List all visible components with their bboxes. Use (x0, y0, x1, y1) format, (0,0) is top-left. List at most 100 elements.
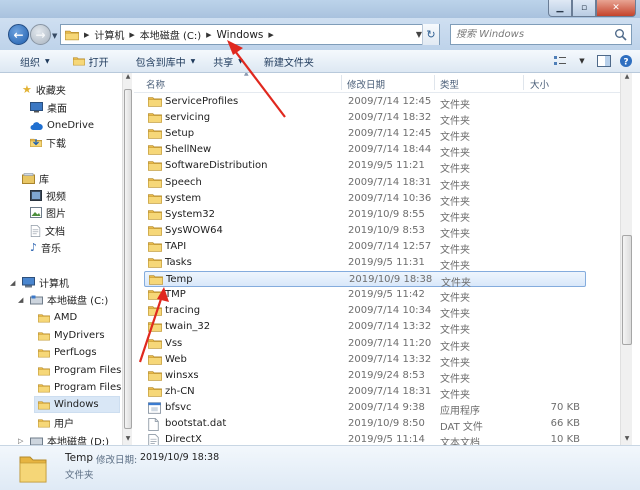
nav-videos[interactable]: 视频 (30, 187, 66, 204)
view-options-button[interactable] (552, 53, 568, 69)
file-row[interactable]: ShellNew 2009/7/14 18:44 文件夹 (144, 142, 586, 159)
file-row[interactable]: DirectX 2019/9/5 11:14 文本文档 10 KB (144, 432, 586, 445)
star-icon: ★ (22, 83, 32, 96)
search-input[interactable] (456, 29, 614, 40)
file-row[interactable]: twain_32 2009/7/14 13:32 文件夹 (144, 319, 586, 336)
file-size: 70 KB (550, 401, 580, 413)
nav-downloads[interactable]: 下载 (30, 134, 66, 151)
file-name: winsxs (165, 369, 199, 381)
column-size[interactable]: 大小 (530, 77, 549, 91)
nav-folder-program-files-x86[interactable]: Program Files ( (38, 379, 128, 396)
refresh-button[interactable]: ↻ (422, 24, 439, 45)
include-in-library-menu[interactable]: 包含到库中 ▼ (118, 50, 205, 73)
nav-desktop[interactable]: 桌面 (30, 99, 67, 116)
file-row[interactable]: bootstat.dat 2019/10/9 8:50 DAT 文件 66 KB (144, 416, 586, 433)
file-row[interactable]: winsxs 2019/9/24 8:53 文件夹 (144, 368, 586, 385)
folder-icon (65, 29, 79, 41)
file-row[interactable]: TMP 2019/9/5 11:42 文件夹 (144, 287, 586, 304)
column-type[interactable]: 类型 (440, 77, 459, 91)
address-bar[interactable]: ▶ 计算机 ▶ 本地磁盘 (C:) ▶ Windows ▶ ▼ ↻ (60, 24, 440, 45)
file-row[interactable]: tracing 2009/7/14 10:34 文件夹 (144, 303, 586, 320)
search-icon[interactable] (614, 28, 627, 41)
close-button[interactable]: ✕ (596, 0, 636, 17)
file-row-selected[interactable]: Temp 2019/10/9 18:38 文件夹 (144, 271, 586, 289)
search-box[interactable] (450, 24, 632, 45)
file-row[interactable]: Tasks 2019/9/5 11:31 文件夹 (144, 255, 586, 272)
file-type: DAT 文件 (440, 422, 483, 433)
breadcrumb-separator-icon[interactable]: ▶ (129, 31, 134, 39)
scroll-up-icon[interactable]: ▲ (621, 73, 633, 83)
file-date-modified: 2009/7/14 12:45 (348, 96, 432, 107)
expand-local-disk-d-icon[interactable]: ▷ (18, 437, 23, 445)
scroll-up-icon[interactable]: ▲ (123, 73, 133, 83)
file-row[interactable]: SysWOW64 2019/10/9 8:53 文件夹 (144, 223, 586, 240)
view-dropdown-icon[interactable]: ▼ (574, 53, 590, 69)
minimize-button[interactable]: ▁ (548, 0, 572, 17)
file-row[interactable]: system 2009/7/14 10:36 文件夹 (144, 191, 586, 208)
file-type: 文件夹 (440, 389, 470, 401)
breadcrumb-separator-icon[interactable]: ▶ (84, 31, 89, 39)
breadcrumb-windows[interactable]: Windows (217, 29, 264, 41)
column-name[interactable]: 名称 (146, 77, 165, 91)
maximize-button[interactable]: ▫ (572, 0, 596, 17)
column-divider[interactable] (523, 75, 524, 90)
column-divider[interactable] (434, 75, 435, 90)
file-row[interactable]: Web 2009/7/14 13:32 文件夹 (144, 352, 586, 369)
share-menu[interactable]: 共享 ▼ (204, 50, 252, 73)
nav-folder-windows[interactable]: Windows (34, 396, 120, 413)
nav-folder-mydrivers[interactable]: MyDrivers (38, 327, 105, 344)
file-type: 文件夹 (440, 341, 470, 353)
file-type: 文件夹 (440, 228, 470, 240)
file-list-scrollbar[interactable]: ▲ ▼ (620, 73, 632, 445)
file-row[interactable]: bfsvc 2009/7/14 9:38 应用程序 70 KB (144, 400, 586, 417)
nav-local-disk-d[interactable]: 本地磁盘 (D:) (30, 432, 109, 445)
back-button[interactable]: ← (8, 24, 29, 45)
nav-computer[interactable]: 计算机 (22, 274, 69, 291)
nav-folder-amd[interactable]: AMD (38, 309, 77, 326)
nav-libraries[interactable]: 库 (22, 170, 49, 187)
file-type: 文件夹 (440, 261, 470, 272)
nav-pane-scrollbar[interactable]: ▲ ▼ (122, 73, 132, 445)
file-date-modified: 2009/7/14 18:44 (348, 144, 432, 156)
nav-local-disk-c-label: 本地磁盘 (C:) (47, 296, 109, 307)
file-row[interactable]: SoftwareDistribution 2019/9/5 11:21 文件夹 (144, 158, 586, 175)
file-row[interactable]: System32 2019/10/9 8:55 文件夹 (144, 207, 586, 224)
help-button[interactable]: ? (618, 53, 634, 69)
file-scroll-thumb[interactable] (622, 235, 632, 345)
nav-local-disk-c[interactable]: 本地磁盘 (C:) (30, 291, 108, 308)
preview-pane-button[interactable] (596, 53, 612, 69)
nav-pictures[interactable]: 图片 (30, 204, 66, 221)
recent-pages-dropdown[interactable]: ▼ (52, 32, 57, 40)
file-row[interactable]: TAPI 2009/7/14 12:57 文件夹 (144, 239, 586, 256)
nav-music[interactable]: ♪ 音乐 (30, 239, 61, 256)
nav-documents[interactable]: 文档 (30, 222, 65, 239)
open-button[interactable]: 打开 (59, 50, 118, 73)
scroll-down-icon[interactable]: ▼ (621, 435, 633, 445)
breadcrumb-computer[interactable]: 计算机 (94, 27, 124, 42)
file-row[interactable]: Speech 2009/7/14 18:31 文件夹 (144, 175, 586, 192)
new-folder-button[interactable]: 新建文件夹 (252, 50, 323, 73)
nav-scroll-thumb[interactable] (124, 89, 132, 429)
collapse-local-disk-c-icon[interactable]: ◢ (18, 296, 23, 304)
file-name: TAPI (165, 240, 187, 252)
file-row[interactable]: ServiceProfiles 2009/7/14 12:45 文件夹 (144, 94, 586, 111)
file-type: 文件夹 (440, 244, 470, 256)
scroll-down-icon[interactable]: ▼ (123, 435, 133, 445)
nav-folder-perflogs[interactable]: PerfLogs (38, 344, 97, 361)
file-row[interactable]: Vss 2009/7/14 11:20 文件夹 (144, 336, 586, 353)
file-row[interactable]: Setup 2009/7/14 12:45 文件夹 (144, 126, 586, 143)
nav-folder-program-files[interactable]: Program Files (38, 362, 121, 379)
forward-button[interactable]: → (30, 24, 51, 45)
nav-favorites[interactable]: ★ 收藏夹 (22, 81, 66, 98)
breadcrumb-local-disk-c[interactable]: 本地磁盘 (C:) (140, 27, 201, 42)
nav-onedrive[interactable]: OneDrive (30, 117, 94, 134)
collapse-computer-icon[interactable]: ◢ (10, 279, 15, 287)
nav-folder-users[interactable]: 用户 (38, 414, 74, 431)
breadcrumb-separator-icon[interactable]: ▶ (206, 31, 211, 39)
file-row[interactable]: servicing 2009/7/14 18:32 文件夹 (144, 110, 586, 127)
column-date-modified[interactable]: 修改日期 (347, 77, 385, 91)
organize-menu[interactable]: 组织 ▼ (0, 50, 59, 73)
breadcrumb-separator-icon[interactable]: ▶ (268, 31, 273, 39)
column-divider[interactable] (341, 75, 342, 90)
file-row[interactable]: zh-CN 2009/7/14 18:31 文件夹 (144, 384, 586, 401)
